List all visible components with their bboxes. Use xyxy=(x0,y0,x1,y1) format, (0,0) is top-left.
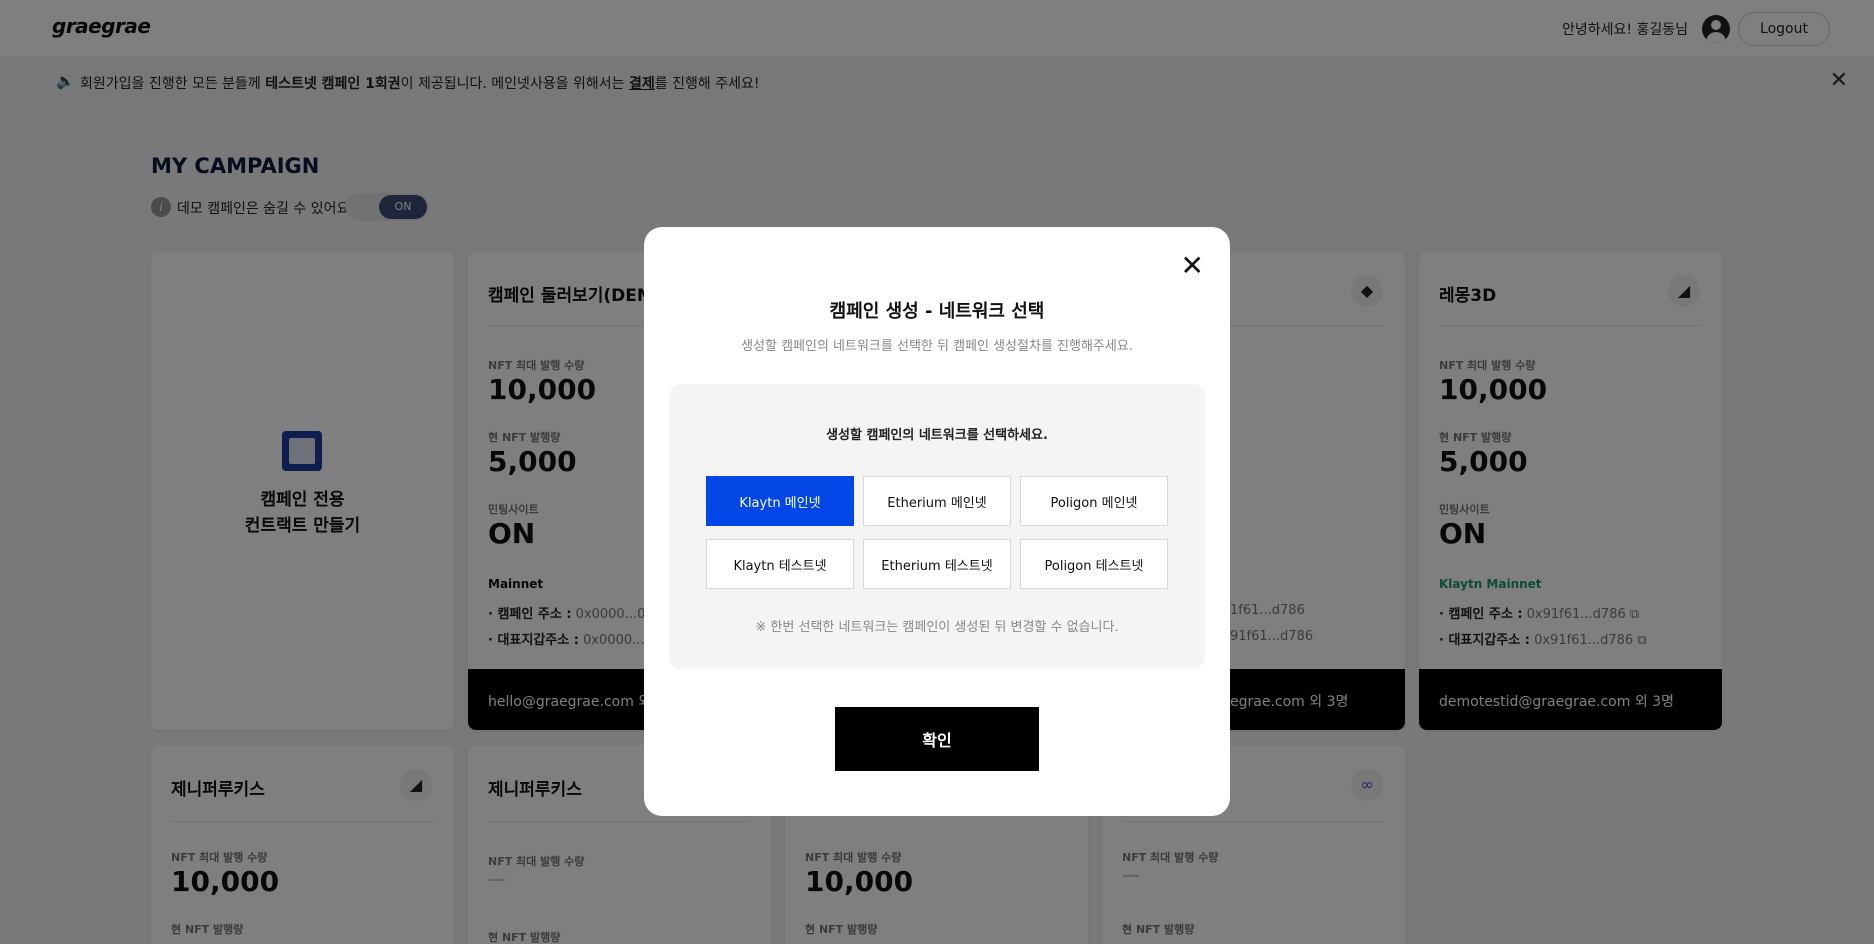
select-prompt: 생성할 캠페인의 네트워크를 선택하세요. xyxy=(826,428,1048,443)
modal-subtitle: 생성할 캠페인의 네트워크를 선택한 뒤 캠페인 생성절차를 진행해주세요. xyxy=(741,339,1133,354)
confirm-button[interactable]: 확인 xyxy=(835,707,1039,771)
network-select-box: 생성할 캠페인의 네트워크를 선택하세요. Klaytn 메인넷 Etheriu… xyxy=(669,384,1205,669)
network-option-etherium-testnet[interactable]: Etherium 테스트넷 xyxy=(863,539,1011,589)
network-option-poligon-testnet[interactable]: Poligon 테스트넷 xyxy=(1020,539,1168,589)
network-option-klaytn-testnet[interactable]: Klaytn 테스트넷 xyxy=(706,539,854,589)
close-icon[interactable]: ✕ xyxy=(1181,249,1204,282)
network-option-etherium-mainnet[interactable]: Etherium 메인넷 xyxy=(863,476,1011,526)
modal-title: 캠페인 생성 - 네트워크 선택 xyxy=(829,301,1045,322)
network-select-modal: ✕ 캠페인 생성 - 네트워크 선택 생성할 캠페인의 네트워크를 선택한 뒤 … xyxy=(644,227,1230,816)
select-note: ※ 한번 선택한 네트워크는 캠페인이 생성된 뒤 변경할 수 없습니다. xyxy=(755,620,1119,635)
network-option-poligon-mainnet[interactable]: Poligon 메인넷 xyxy=(1020,476,1168,526)
network-option-klaytn-mainnet[interactable]: Klaytn 메인넷 xyxy=(706,476,854,526)
